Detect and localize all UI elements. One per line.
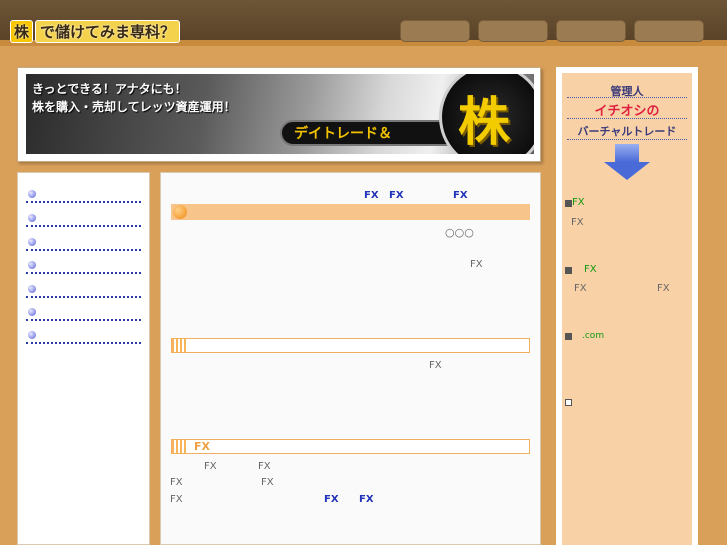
sidebar-heading-3: バーチャルトレード [577,125,677,138]
sidebar-link-2[interactable]: FX [584,264,597,275]
bullet-icon [28,214,36,222]
sidebar-text-1: FX [571,217,584,228]
fx-text: FX [470,259,483,270]
left-nav-item[interactable] [26,189,141,203]
left-nav-item[interactable] [26,307,141,321]
banner-frame: きっとできる！アナタにも！ 株を購入・売却してレッツ資産運用！ デイトレード＆ … [17,67,541,162]
sidebar-text-2a: FX [574,283,587,294]
circles-text: ○○○ [445,226,474,239]
sidebar-link-3[interactable]: .com [582,331,604,341]
top-banner[interactable]: きっとできる！アナタにも！ 株を購入・売却してレッツ資産運用！ デイトレード＆ … [26,74,534,154]
checkbox-icon[interactable] [565,399,572,406]
orange-ball-icon [173,205,187,219]
bullet-icon [28,331,36,339]
bullet-icon [28,261,36,269]
fx-link[interactable]: FX [389,190,404,201]
left-navigation [17,172,150,545]
fx-text: FX [429,360,442,371]
bullet-icon [28,190,36,198]
banner-tagline-1: きっとできる！アナタにも！ [32,82,187,96]
section-title: FX [194,440,210,453]
nav-button-4[interactable] [634,20,704,42]
sidebar-link-1[interactable]: FX [572,197,585,208]
left-nav-item[interactable] [26,284,141,298]
emblem-glyph: 株 [458,92,511,153]
bullet-icon [28,285,36,293]
square-bullet-icon [565,200,572,207]
left-nav-item[interactable] [26,237,141,251]
banner-tagline-2: 株を購入・売却してレッツ資産運用！ [32,100,236,114]
fx-link[interactable]: FX [359,494,374,505]
banner-emblem: 株 [436,74,534,154]
nav-button-3[interactable] [556,20,626,42]
logo-kabu: 株 [10,19,34,43]
dotted-divider [567,139,687,140]
stripe-decoration [172,440,186,453]
sidebar-panel: 管理人 イチオシの バーチャルトレード FX FX FX FX FX .com [562,73,692,545]
site-logo[interactable]: 株 で儲けてみま専科？ [10,19,181,43]
fx-text: FX [170,494,183,505]
left-nav-item[interactable] [26,260,141,274]
sidebar-text-2b: FX [657,283,670,294]
left-nav-item[interactable] [26,330,141,344]
right-sidebar: 管理人 イチオシの バーチャルトレード FX FX FX FX FX .com [556,67,698,545]
fx-text: FX [258,461,271,472]
main-content: FX FX FX ○○○ FX FX FX FX FX FX FX FX FX … [160,172,541,545]
fx-link[interactable]: FX [453,190,468,201]
bullet-icon [28,308,36,316]
dotted-divider [567,97,687,98]
nav-button-2[interactable] [478,20,548,42]
bullet-icon [28,238,36,246]
section-heading-bar [171,204,530,220]
section-heading-bar-2 [171,338,530,353]
stripe-decoration [172,339,186,352]
left-nav-item[interactable] [26,213,141,227]
sidebar-heading-2: イチオシの [594,104,660,119]
arrow-down-icon [604,144,650,182]
square-bullet-icon [565,267,572,274]
fx-link[interactable]: FX [364,190,379,201]
fx-text: FX [204,461,217,472]
dotted-divider [567,118,687,119]
site-header: 株 で儲けてみま専科？ [0,0,727,46]
fx-text: FX [170,477,183,488]
logo-text: で儲けてみま専科？ [35,19,181,43]
nav-button-1[interactable] [400,20,470,42]
fx-text: FX [261,477,274,488]
square-bullet-icon [565,333,572,340]
section-heading-bar-3: FX [171,439,530,454]
fx-link[interactable]: FX [324,494,339,505]
